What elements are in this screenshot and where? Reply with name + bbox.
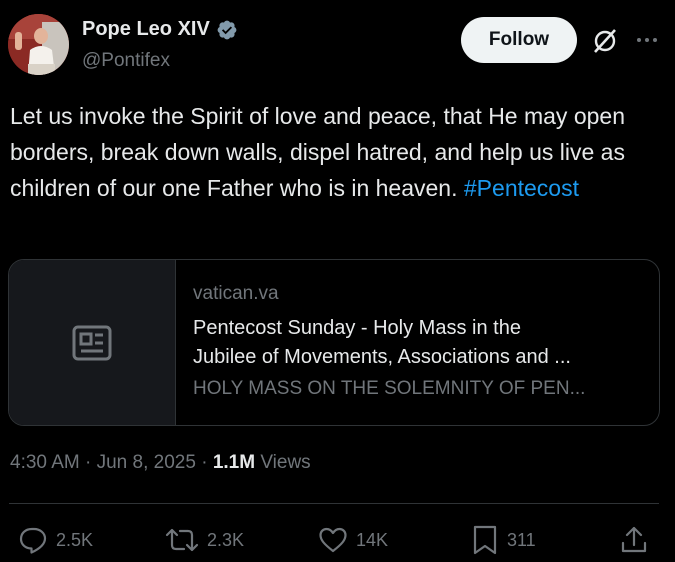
post-date[interactable]: Jun 8, 2025 [97, 452, 196, 473]
views-count: 1.1M [212, 452, 256, 473]
link-card-thumbnail [9, 260, 176, 425]
share-icon [621, 526, 647, 553]
grok-icon[interactable] [591, 27, 619, 55]
share-button[interactable] [620, 523, 648, 557]
reply-count: 2.5K [56, 529, 94, 550]
author-handle[interactable]: @Pontifex [82, 50, 170, 72]
divider [9, 503, 659, 504]
link-card-title-line1: Pentecost Sunday - Holy Mass in the [193, 317, 521, 339]
like-count: 14K [356, 529, 389, 550]
link-preview-card[interactable]: vatican.va Pentecost Sunday - Holy Mass … [8, 259, 660, 426]
avatar[interactable] [8, 14, 69, 75]
post-time[interactable]: 4:30 AM [10, 452, 80, 473]
hashtag-link[interactable]: #Pentecost [464, 175, 579, 201]
link-card-title-line2: Jubilee of Movements, Associations and .… [193, 346, 571, 368]
meta-separator: · [85, 452, 97, 473]
author-name[interactable]: Pope Leo XIV [82, 18, 210, 41]
article-icon [72, 325, 112, 360]
like-button[interactable]: 14K [318, 523, 388, 557]
profile-photo [8, 14, 69, 75]
more-dots-icon[interactable] [634, 27, 660, 53]
follow-button[interactable]: Follow [461, 17, 577, 63]
post-meta: 4:30 AM · Jun 8, 2025 · 1.1M Views [10, 452, 311, 474]
bookmark-icon [473, 525, 497, 555]
bookmark-button[interactable]: 311 [471, 523, 536, 557]
link-card-domain: vatican.va [193, 283, 279, 304]
repost-icon [165, 528, 199, 552]
views-label: Views [260, 452, 311, 473]
link-card-description: HOLY MASS ON THE SOLEMNITY OF PEN... [193, 378, 586, 399]
repost-button[interactable]: 2.3K [165, 523, 244, 557]
repost-count: 2.3K [207, 529, 245, 550]
post-text: Let us invoke the Spirit of love and pea… [10, 98, 660, 206]
reply-button[interactable]: 2.5K [18, 523, 93, 557]
bookmark-count: 311 [507, 529, 536, 550]
reply-icon [19, 527, 47, 554]
author-name-row[interactable]: Pope Leo XIV [82, 18, 238, 41]
verified-badge-icon [217, 20, 237, 39]
heart-icon [319, 527, 347, 553]
meta-separator: · [201, 452, 213, 473]
link-card-title: Pentecost Sunday - Holy Mass in the Jubi… [193, 314, 643, 372]
